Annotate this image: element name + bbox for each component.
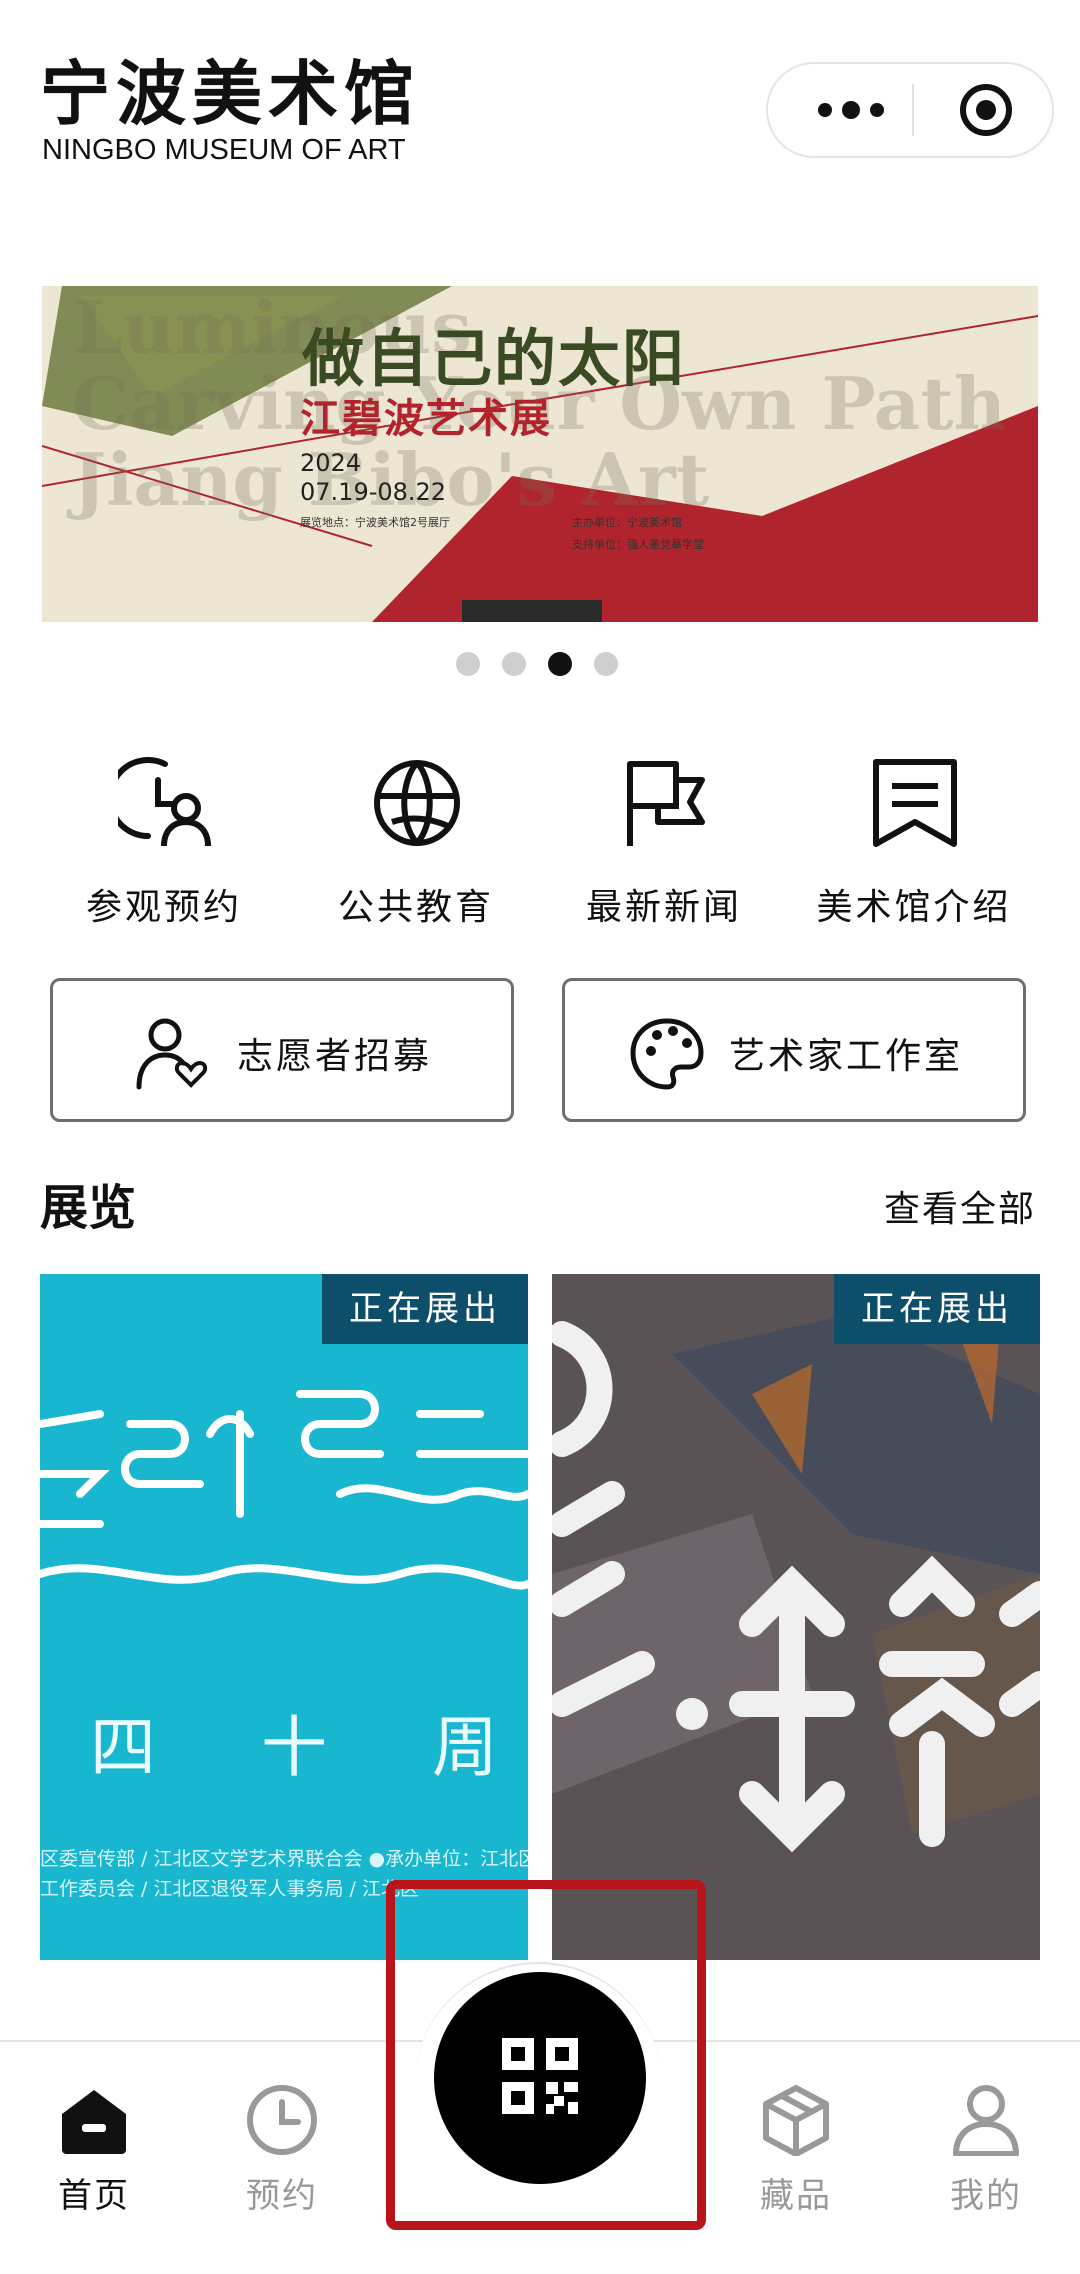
- banner-dates: 07.19-08.22: [300, 478, 447, 506]
- banner-subtitle: 江碧波艺术展: [300, 395, 552, 442]
- tab-home[interactable]: 首页: [14, 2080, 174, 2220]
- exhibitions-heading: 展览: [40, 1180, 137, 1236]
- carousel-indicator: [456, 652, 618, 678]
- volunteer-heart-icon: [136, 1018, 208, 1090]
- artist-studio-button[interactable]: 艺术家工作室: [562, 978, 1026, 1122]
- banner-supporter: 支持单位：强人墨党摹学堂: [572, 538, 704, 551]
- card-credit: 工作委员会 / 江北区退役军人事务局 / 江北区: [40, 1878, 419, 1900]
- globe-icon: [374, 760, 460, 846]
- nav-public-education[interactable]: 公共教育: [296, 756, 536, 936]
- banner-venue: 展览地点：宁波美术馆2号展厅: [300, 516, 450, 529]
- tab-booking[interactable]: 预约: [202, 2080, 362, 2220]
- flag-icon: [627, 761, 705, 846]
- clock-person-icon: [118, 757, 211, 847]
- clock-icon: [247, 2085, 317, 2155]
- carousel-dot[interactable]: [502, 652, 526, 676]
- palette-icon: [630, 1018, 704, 1090]
- close-miniprogram-icon[interactable]: [960, 84, 1012, 136]
- tab-label: 藏品: [760, 2176, 832, 2216]
- status-badge: 正在展出: [834, 1274, 1040, 1344]
- banner-carousel[interactable]: Luminous Carving Your Own Path Jiang Bib…: [42, 286, 1038, 622]
- card-poster-art: [40, 1390, 528, 1590]
- exhibition-card[interactable]: 四 十 周 年 区委宣传部 / 江北区文学艺术界联合会 ●承办单位：江北区 工作…: [40, 1274, 528, 1960]
- nav-label: 公共教育: [337, 887, 494, 928]
- tab-label: 首页: [58, 2176, 130, 2216]
- carousel-dot-active[interactable]: [548, 652, 572, 676]
- nav-museum-intro[interactable]: 美术馆介绍: [794, 756, 1034, 936]
- banner-year: 2024: [300, 449, 362, 477]
- highlight-annotation-box: [386, 1880, 706, 2230]
- carousel-dot[interactable]: [594, 652, 618, 676]
- nav-label: 美术馆介绍: [816, 887, 1012, 928]
- volunteer-recruit-label: 志愿者招募: [237, 1036, 433, 1077]
- bookmark-icon: [873, 759, 957, 847]
- volunteer-recruit-button[interactable]: 志愿者招募: [50, 978, 514, 1122]
- tab-label: 我的: [950, 2176, 1022, 2216]
- card-credit: 区委宣传部 / 江北区文学艺术界联合会 ●承办单位：江北区: [40, 1848, 528, 1870]
- capsule-divider: [912, 84, 914, 136]
- status-badge: 正在展出: [322, 1274, 528, 1344]
- card-years-text: 四 十 周 年: [90, 1709, 528, 1786]
- dot-icon: [842, 101, 860, 119]
- view-all-link[interactable]: 查看全部: [884, 1180, 1036, 1232]
- more-menu-button[interactable]: [796, 64, 906, 156]
- carousel-dot[interactable]: [456, 652, 480, 676]
- banner-title: 做自己的太阳: [302, 322, 687, 395]
- dot-icon: [818, 103, 832, 117]
- artist-studio-label: 艺术家工作室: [729, 1036, 964, 1077]
- card-poster-art: [552, 1274, 1040, 1960]
- tab-label: 预约: [246, 2176, 318, 2216]
- nav-label: 最新新闻: [585, 887, 742, 928]
- nav-label: 参观预约: [85, 887, 242, 928]
- home-icon: [62, 2090, 126, 2154]
- dot-icon: [870, 103, 884, 117]
- mini-program-capsule: [766, 62, 1054, 158]
- tab-profile[interactable]: 我的: [906, 2080, 1066, 2220]
- tab-collections[interactable]: 藏品: [716, 2080, 876, 2220]
- museum-subtitle: NINGBO MUSEUM OF ART: [42, 134, 406, 166]
- nav-visit-booking[interactable]: 参观预约: [44, 756, 284, 936]
- cube-icon: [763, 2085, 829, 2156]
- banner-organizer: 主办单位：宁波美术馆: [572, 516, 682, 529]
- exhibition-card[interactable]: 正在展出: [552, 1274, 1040, 1960]
- nav-latest-news[interactable]: 最新新闻: [544, 756, 784, 936]
- user-icon: [953, 2085, 1019, 2156]
- museum-title: 宁波美术馆: [40, 53, 420, 135]
